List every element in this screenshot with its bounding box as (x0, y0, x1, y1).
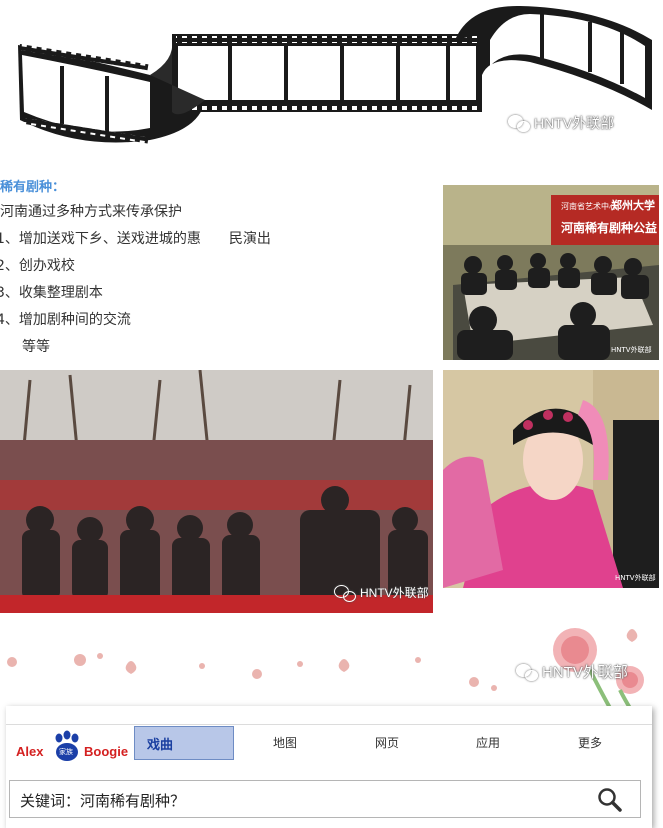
wechat-icon (516, 663, 538, 681)
tab-more[interactable]: 更多 (578, 734, 602, 751)
banner-text-line2: 河南稀有剧种公益 (561, 221, 658, 235)
meeting-photo: 河南省艺术中心 郑州大学 河南稀有剧种公益 HNTV外联部 (443, 185, 659, 360)
search-widget: Alex 家族 Boogie 戏曲 地图 网页 应用 更多 关键词：河南稀有剧种… (6, 706, 652, 828)
tab-xiqu[interactable]: 戏曲 (134, 726, 234, 760)
banner-text-line1: 郑州大学 (611, 199, 655, 212)
list-item: 3、收集整理剧本 (0, 285, 103, 301)
list-item: 1、增加送戏下乡、送戏进城的惠 民演出 (0, 231, 271, 247)
alex-boogie-logo[interactable]: Alex 家族 Boogie (16, 730, 134, 766)
watermark-text: HNTV外联部 (360, 586, 429, 600)
paw-icon (55, 730, 79, 761)
list-item: 2、创办戏校 (0, 258, 75, 274)
search-icon[interactable] (596, 787, 624, 813)
wechat-icon (334, 584, 356, 602)
watermark-text: HNTV外联部 (534, 115, 615, 131)
opera-performer-photo: HNTV外联部 (443, 370, 659, 588)
crowd-photo: HNTV外联部 (0, 370, 433, 613)
tab-map[interactable]: 地图 (273, 734, 297, 751)
list-item: 等等 (22, 339, 50, 355)
logo-badge: 家族 (59, 748, 73, 756)
wechat-icon (508, 115, 530, 132)
watermark-text: HNTV外联部 (542, 664, 628, 681)
logo-right-text: Boogie (84, 744, 129, 759)
film-strip-illustration (18, 5, 652, 144)
section-heading: 稀有剧种： (0, 180, 66, 195)
list-item: 4、增加剧种间的交流 (0, 312, 131, 328)
photo-watermark: HNTV外联部 (615, 574, 656, 582)
divider (6, 724, 652, 725)
tab-apps[interactable]: 应用 (476, 734, 500, 751)
logo-left-text: Alex (16, 744, 44, 759)
tab-web[interactable]: 网页 (375, 734, 399, 751)
section-intro: 河南通过多种方式来传承保护 (0, 204, 182, 220)
banner-small-text: 河南省艺术中心 (561, 202, 617, 211)
search-input[interactable]: 关键词：河南稀有剧种？ (9, 780, 641, 818)
wechat-watermark: HNTV外联部 (508, 113, 614, 133)
photo-watermark: HNTV外联部 (611, 346, 652, 354)
search-query-text: 关键词：河南稀有剧种？ (20, 792, 186, 810)
crowd-watermark: HNTV外联部 (334, 584, 429, 602)
floral-watermark: HNTV外联部 (516, 661, 628, 682)
